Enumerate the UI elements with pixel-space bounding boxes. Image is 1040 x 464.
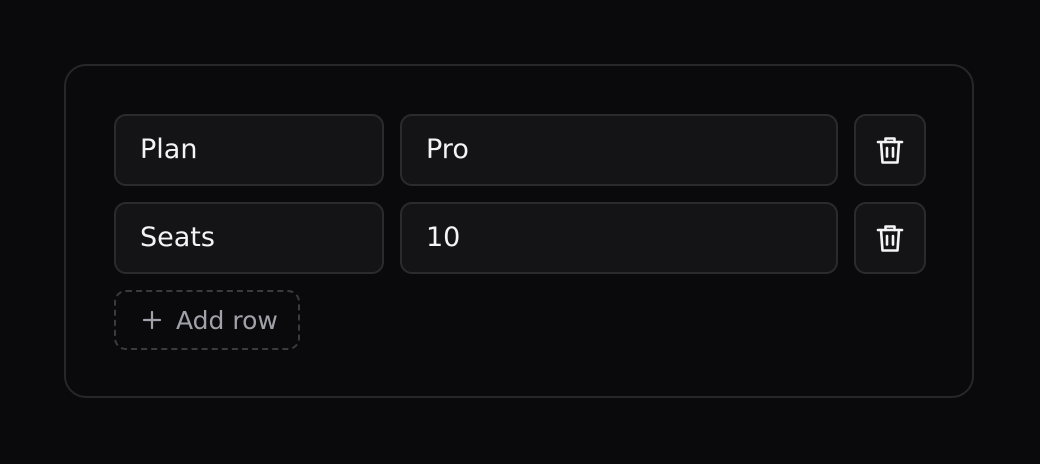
key-value-row: Plan Pro bbox=[114, 114, 926, 186]
value-input[interactable]: Pro bbox=[400, 114, 838, 186]
plus-icon bbox=[142, 310, 162, 330]
trash-icon bbox=[876, 137, 904, 164]
key-input[interactable]: Plan bbox=[114, 114, 384, 186]
trash-icon bbox=[876, 225, 904, 252]
key-value-row: Seats 10 bbox=[114, 202, 926, 274]
add-row-button[interactable]: Add row bbox=[114, 290, 300, 350]
delete-row-button[interactable] bbox=[854, 202, 926, 274]
delete-row-button[interactable] bbox=[854, 114, 926, 186]
value-input[interactable]: 10 bbox=[400, 202, 838, 274]
add-row-label: Add row bbox=[176, 305, 278, 335]
key-input[interactable]: Seats bbox=[114, 202, 384, 274]
